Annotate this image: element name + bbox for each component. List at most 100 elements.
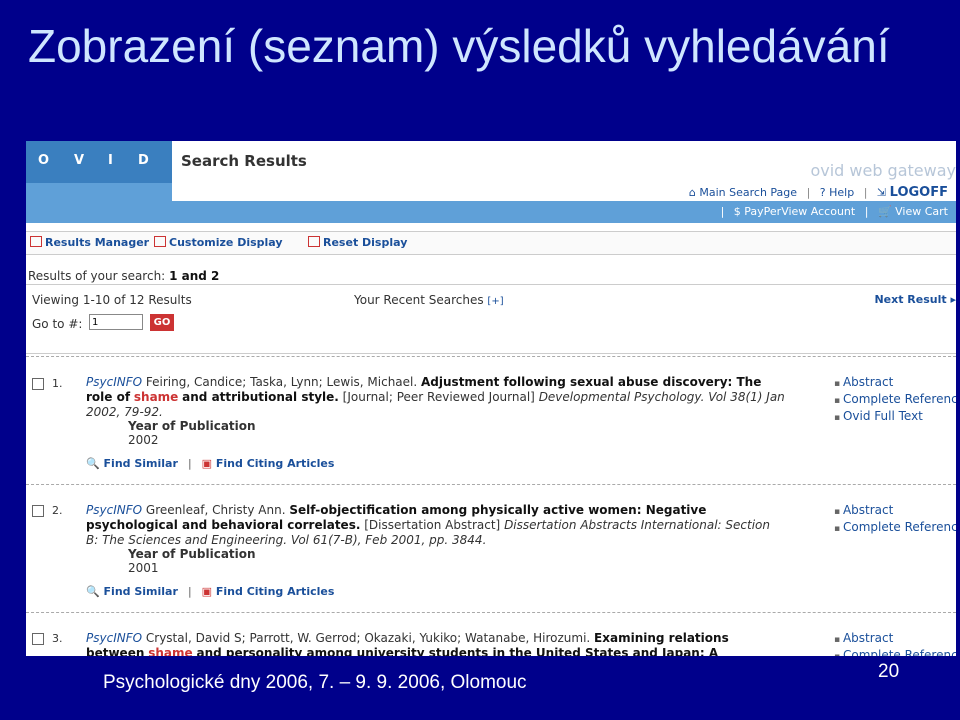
database-name: PsycINFO	[86, 503, 143, 517]
recent-searches-label: Your Recent Searches	[354, 293, 484, 307]
year-value: 2001	[128, 561, 159, 575]
next-result-label: Next Result	[874, 293, 947, 306]
article-title-cont: and personality among university student…	[196, 646, 719, 656]
viewing-count: Viewing 1-10 of 12 Results	[32, 293, 192, 307]
logo-letter: D	[138, 153, 149, 168]
result-checkbox[interactable]	[32, 378, 44, 390]
customize-display-icon	[154, 236, 166, 247]
abstract-link[interactable]: Abstract	[834, 375, 956, 392]
search-term-highlight: shame	[148, 646, 193, 656]
result-number: 1.	[52, 377, 63, 390]
go-button[interactable]: GO	[150, 314, 174, 331]
find-citing-articles-link[interactable]: Find Citing Articles	[216, 457, 335, 470]
slide: { "slide": { "title": "Zobrazení (seznam…	[0, 0, 960, 720]
reset-display-icon	[308, 236, 320, 247]
year-of-publication: Year of Publication 2002	[128, 419, 256, 447]
result-number: 3.	[52, 632, 63, 645]
result-citation: PsycINFO Greenleaf, Christy Ann. Self-ob…	[86, 503, 786, 548]
goto-input[interactable]: 1	[89, 314, 143, 330]
article-title-cont: and attributional style.	[182, 390, 339, 404]
result-side-links: Abstract Complete Reference	[834, 631, 956, 656]
result-item: 3. PsycINFO Crystal, David S; Parrott, W…	[26, 612, 956, 656]
goto-label: Go to #:	[32, 317, 83, 331]
citing-icon: ▣	[201, 457, 213, 470]
result-citation: PsycINFO Feiring, Candice; Taska, Lynn; …	[86, 375, 786, 420]
find-similar-link[interactable]: Find Similar	[104, 585, 178, 598]
results-navigation: Viewing 1-10 of 12 Results Your Recent S…	[26, 284, 956, 354]
customize-display-button[interactable]: Customize Display	[154, 236, 283, 249]
authors: Feiring, Candice; Taska, Lynn; Lewis, Mi…	[145, 375, 418, 389]
home-icon: ⌂	[688, 186, 696, 199]
result-citation: PsycINFO Crystal, David S; Parrott, W. G…	[86, 631, 786, 656]
ovid-gateway-brand: ovid web gateway	[810, 161, 956, 180]
find-similar-link[interactable]: Find Similar	[104, 457, 178, 470]
complete-reference-link[interactable]: Complete Reference	[834, 648, 956, 656]
results-manager-button[interactable]: Results Manager	[30, 236, 149, 249]
reset-display-label: Reset Display	[323, 236, 408, 249]
logo-letter: V	[74, 153, 85, 168]
results-of-value: 1 and 2	[169, 269, 220, 283]
result-number: 2.	[52, 504, 63, 517]
magnifier-icon: 🔍	[86, 585, 100, 598]
cart-icon: 🛒	[877, 205, 892, 218]
find-citing-articles-link[interactable]: Find Citing Articles	[216, 585, 335, 598]
account-icon: $	[733, 205, 741, 218]
results-toolbar: Results Manager Customize Display Reset …	[26, 231, 956, 255]
results-of-search: Results of your search: 1 and 2	[28, 269, 219, 283]
reset-display-button[interactable]: Reset Display	[308, 236, 407, 249]
result-item: 1. PsycINFO Feiring, Candice; Taska, Lyn…	[26, 356, 956, 485]
ovid-header: O V I D Search Results ovid web gateway	[26, 141, 956, 183]
result-side-links: Abstract Complete Reference Ovid Full Te…	[834, 375, 956, 426]
next-result-link[interactable]: Next Result ▸	[874, 293, 956, 306]
nav-bar: | $ PayPerView Account | 🛒 View Cart	[26, 201, 956, 223]
search-term-highlight: shame	[133, 390, 179, 404]
ovid-screenshot: O V I D Search Results ovid web gateway …	[26, 141, 956, 656]
nav-row-primary: ⌂ Main Search Page | ? Help | ⇲ LOGOFF	[688, 185, 948, 200]
ovid-full-text-link[interactable]: Ovid Full Text	[834, 409, 956, 426]
magnifier-icon: 🔍	[86, 457, 100, 470]
authors: Crystal, David S; Parrott, W. Gerrod; Ok…	[145, 631, 591, 645]
logo-letter: I	[108, 153, 113, 168]
slide-footer: Psychologické dny 2006, 7. – 9. 9. 2006,…	[103, 672, 527, 693]
result-item: 2. PsycINFO Greenleaf, Christy Ann. Self…	[26, 484, 956, 613]
result-links: 🔍 Find Similar | ▣ Find Citing Articles	[86, 457, 335, 470]
publication-type: [Dissertation Abstract]	[364, 518, 501, 532]
main-search-page-link[interactable]: Main Search Page	[699, 186, 797, 199]
database-name: PsycINFO	[86, 375, 143, 389]
nav-row-secondary: | $ PayPerView Account | 🛒 View Cart	[720, 205, 948, 218]
results-manager-icon	[30, 236, 42, 247]
ovid-logo: O V I D	[26, 141, 172, 183]
authors: Greenleaf, Christy Ann.	[145, 503, 286, 517]
recent-searches-expand[interactable]: [+]	[487, 296, 503, 307]
publication-type: [Journal; Peer Reviewed Journal]	[342, 390, 535, 404]
results-of-label: Results of your search:	[28, 269, 166, 283]
next-arrow-icon: ▸	[950, 293, 956, 306]
result-side-links: Abstract Complete Reference	[834, 503, 956, 537]
help-link[interactable]: Help	[829, 186, 854, 199]
logo-letter: O	[38, 153, 50, 168]
slide-page-number: 20	[878, 661, 900, 682]
payperview-account-link[interactable]: PayPerView Account	[744, 205, 855, 218]
result-links: 🔍 Find Similar | ▣ Find Citing Articles	[86, 585, 335, 598]
search-results-heading: Search Results	[181, 152, 307, 170]
result-checkbox[interactable]	[32, 505, 44, 517]
results-manager-label: Results Manager	[45, 236, 150, 249]
slide-title: Zobrazení (seznam) výsledků vyhledávání	[28, 20, 890, 72]
recent-searches[interactable]: Your Recent Searches [+]	[354, 293, 504, 307]
year-of-publication: Year of Publication 2001	[128, 547, 256, 575]
result-checkbox[interactable]	[32, 633, 44, 645]
complete-reference-link[interactable]: Complete Reference	[834, 520, 956, 537]
logoff-link[interactable]: LOGOFF	[890, 185, 948, 200]
customize-display-label: Customize Display	[169, 236, 283, 249]
nav-bar-left	[26, 183, 172, 201]
complete-reference-link[interactable]: Complete Reference	[834, 392, 956, 409]
citing-icon: ▣	[201, 585, 213, 598]
abstract-link[interactable]: Abstract	[834, 631, 956, 648]
year-label: Year of Publication	[128, 419, 256, 433]
year-label: Year of Publication	[128, 547, 256, 561]
abstract-link[interactable]: Abstract	[834, 503, 956, 520]
logoff-icon: ⇲	[876, 186, 887, 199]
view-cart-link[interactable]: View Cart	[895, 205, 948, 218]
help-icon: ?	[819, 186, 826, 199]
year-value: 2002	[128, 433, 159, 447]
